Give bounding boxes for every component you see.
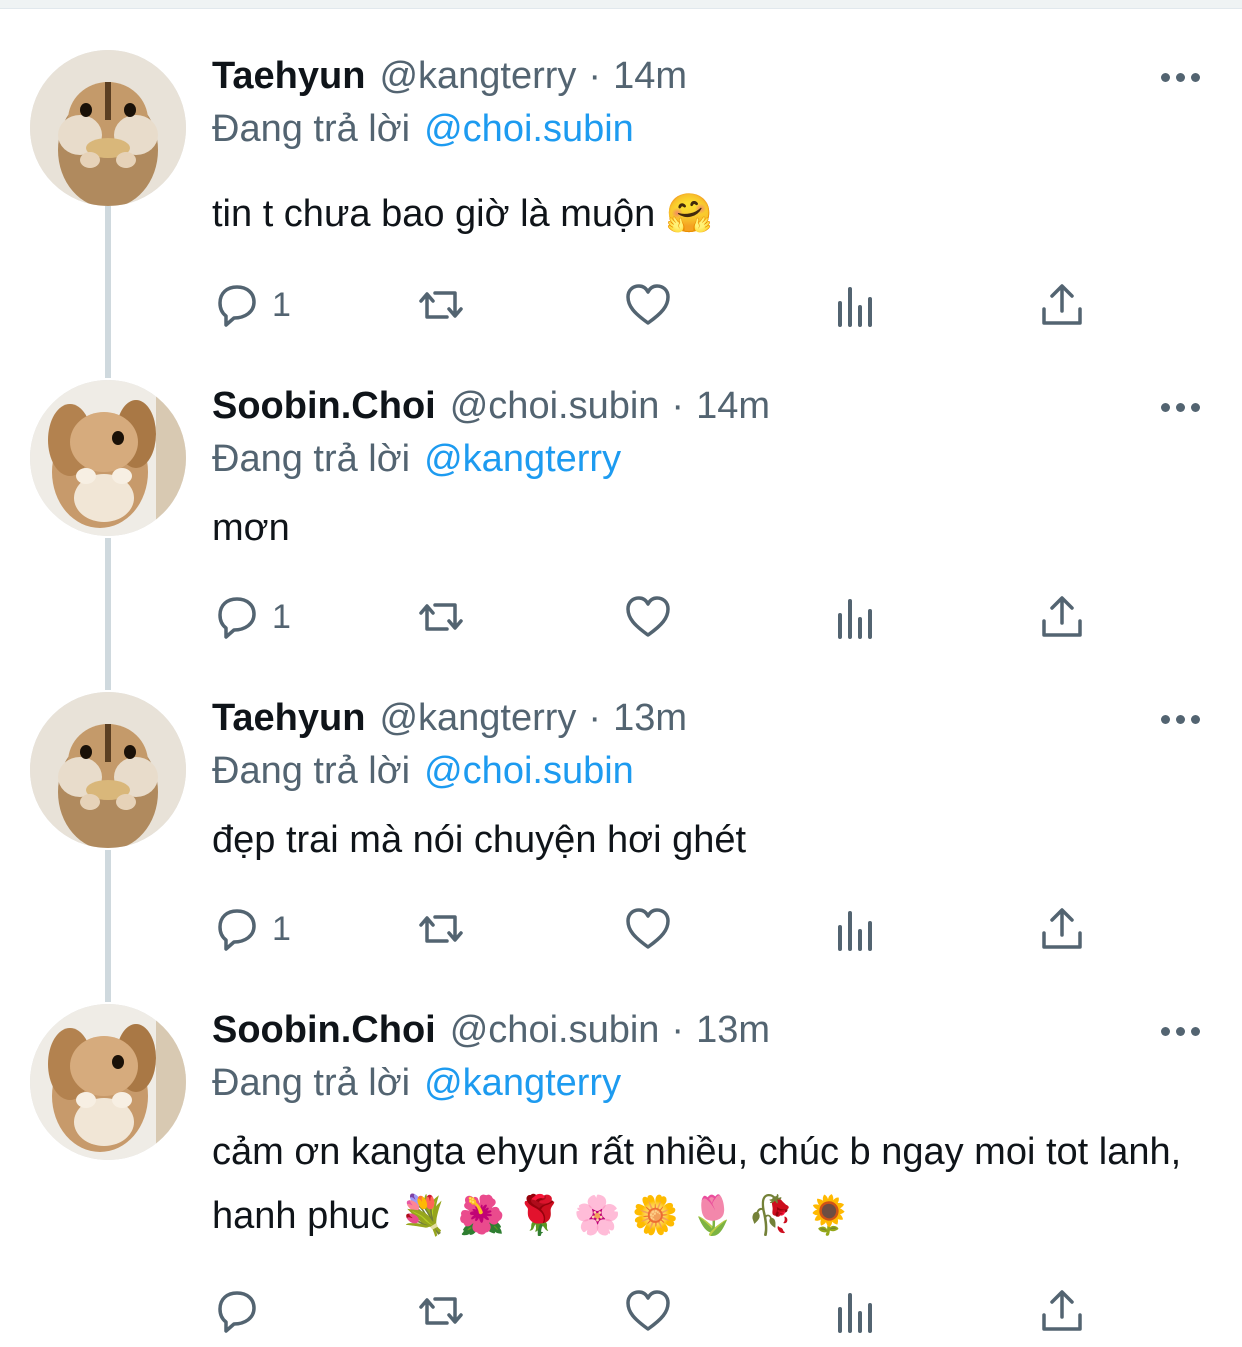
action-bar <box>212 1286 1092 1336</box>
display-name[interactable]: Soobin.Choi <box>212 1009 436 1052</box>
replying-to-label: Đang trả lời <box>212 107 411 150</box>
tweet-header: Taehyun @kangterry · 14m <box>212 50 687 102</box>
thread-connector <box>105 206 111 378</box>
retweet-button[interactable] <box>417 280 465 330</box>
analytics-icon <box>838 1293 872 1333</box>
reply-count: 1 <box>272 909 291 948</box>
analytics-icon <box>838 599 872 639</box>
tweet-text: đẹp trai mà nói chuyện hơi ghét <box>212 819 747 861</box>
retweet-icon <box>419 291 463 319</box>
tweet-text: cảm ơn kangta ehyun rất nhiều, chúc b ng… <box>212 1131 1182 1237</box>
more-icon[interactable] <box>1150 62 1210 92</box>
replying-to: Đang trả lời @choi.subin <box>212 104 634 154</box>
reply-icon <box>218 909 256 951</box>
share-button[interactable] <box>1038 1286 1086 1336</box>
retweet-icon <box>419 603 463 631</box>
replying-to-label: Đang trả lời <box>212 749 411 792</box>
tweet-text: mơn <box>212 507 290 549</box>
share-button[interactable] <box>1038 904 1086 954</box>
views-button[interactable] <box>832 1286 880 1336</box>
views-button[interactable] <box>832 904 880 954</box>
display-name[interactable]: Taehyun <box>212 697 365 740</box>
separator: · <box>671 1008 685 1051</box>
retweet-button[interactable] <box>417 592 465 642</box>
reply-icon <box>218 597 256 639</box>
thread-connector <box>105 538 111 690</box>
tweet-text: tin t chưa bao giờ là muộn 🤗 <box>212 193 714 235</box>
action-bar: 1 <box>212 904 1092 954</box>
timestamp[interactable]: 13m <box>613 697 687 740</box>
timestamp[interactable]: 13m <box>696 1009 770 1052</box>
bunny-avatar-icon <box>30 380 186 536</box>
mention-link[interactable]: @kangterry <box>424 438 621 481</box>
heart-icon <box>626 284 670 325</box>
heart-icon <box>626 596 670 637</box>
retweet-icon <box>419 915 463 943</box>
reply-count: 1 <box>272 285 291 324</box>
like-button[interactable] <box>624 592 672 642</box>
top-divider <box>0 0 1242 9</box>
mention-link[interactable]: @choi.subin <box>424 750 634 793</box>
retweet-button[interactable] <box>417 1286 465 1336</box>
analytics-icon <box>838 911 872 951</box>
retweet-icon <box>419 1297 463 1325</box>
tweet-header: Taehyun @kangterry · 13m <box>212 692 687 744</box>
action-bar: 1 <box>212 592 1092 642</box>
share-icon <box>1042 596 1082 637</box>
mention-link[interactable]: @choi.subin <box>424 108 634 151</box>
avatar[interactable] <box>30 692 186 848</box>
chipmunk-avatar-icon <box>30 50 186 206</box>
views-button[interactable] <box>832 592 880 642</box>
replying-to-label: Đang trả lời <box>212 1061 411 1104</box>
separator: · <box>588 54 602 97</box>
replying-to: Đang trả lời @kangterry <box>212 434 621 484</box>
replying-to-label: Đang trả lời <box>212 437 411 480</box>
reply-icon <box>218 1291 256 1333</box>
share-icon <box>1042 284 1082 325</box>
mention-link[interactable]: @kangterry <box>424 1062 621 1105</box>
timestamp[interactable]: 14m <box>696 385 770 428</box>
timestamp[interactable]: 14m <box>613 55 687 98</box>
avatar[interactable] <box>30 380 186 536</box>
thread-connector <box>105 850 111 1002</box>
separator: · <box>588 696 602 739</box>
replying-to: Đang trả lời @kangterry <box>212 1058 621 1108</box>
retweet-button[interactable] <box>417 904 465 954</box>
like-button[interactable] <box>624 280 672 330</box>
bunny-avatar-icon <box>30 1004 186 1160</box>
share-icon <box>1042 1290 1082 1331</box>
views-button[interactable] <box>832 280 880 330</box>
tweet-header: Soobin.Choi @choi.subin · 14m <box>212 380 770 432</box>
separator: · <box>671 384 685 427</box>
more-icon[interactable] <box>1150 392 1210 422</box>
replying-to: Đang trả lời @choi.subin <box>212 746 634 796</box>
user-handle[interactable]: @choi.subin <box>450 385 660 428</box>
more-icon[interactable] <box>1150 704 1210 734</box>
share-button[interactable] <box>1038 280 1086 330</box>
reply-count: 1 <box>272 597 291 636</box>
avatar[interactable] <box>30 50 186 206</box>
reply-button[interactable]: 1 <box>212 904 291 954</box>
heart-icon <box>626 908 670 949</box>
tweet-header: Soobin.Choi @choi.subin · 13m <box>212 1004 770 1056</box>
display-name[interactable]: Soobin.Choi <box>212 385 436 428</box>
reply-button[interactable]: 1 <box>212 592 291 642</box>
chipmunk-avatar-icon <box>30 692 186 848</box>
avatar[interactable] <box>30 1004 186 1160</box>
share-button[interactable] <box>1038 592 1086 642</box>
like-button[interactable] <box>624 1286 672 1336</box>
like-button[interactable] <box>624 904 672 954</box>
reply-icon <box>218 285 256 327</box>
action-bar: 1 <box>212 280 1092 330</box>
more-icon[interactable] <box>1150 1016 1210 1046</box>
user-handle[interactable]: @choi.subin <box>450 1009 660 1052</box>
user-handle[interactable]: @kangterry <box>379 55 576 98</box>
heart-icon <box>626 1290 670 1331</box>
share-icon <box>1042 908 1082 949</box>
display-name[interactable]: Taehyun <box>212 55 365 98</box>
analytics-icon <box>838 287 872 327</box>
reply-button[interactable] <box>212 1286 272 1336</box>
reply-button[interactable]: 1 <box>212 280 291 330</box>
user-handle[interactable]: @kangterry <box>379 697 576 740</box>
